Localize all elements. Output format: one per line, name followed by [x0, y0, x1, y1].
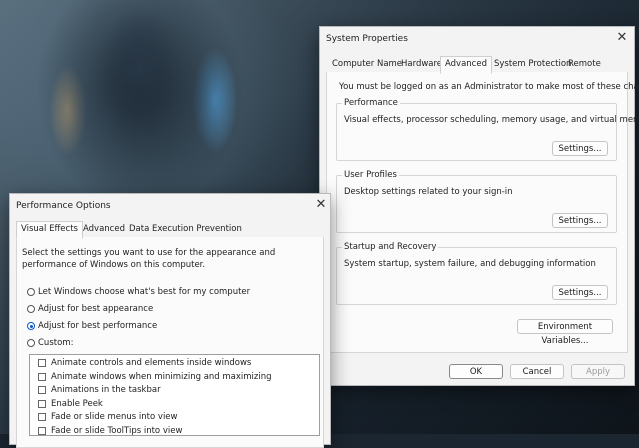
radio-option[interactable]: Adjust for best performance: [27, 320, 157, 332]
environment-variables-button[interactable]: Environment Variables...: [517, 319, 613, 346]
user-profiles-description: Desktop settings related to your sign-in: [344, 187, 513, 197]
ok-button[interactable]: OK: [449, 364, 503, 379]
intro-text-line1: Select the settings you want to use for …: [22, 248, 276, 258]
radio-unselected-icon[interactable]: [27, 305, 35, 313]
radio-unselected-icon[interactable]: [27, 288, 35, 296]
startup-recovery-settings-button[interactable]: Settings...: [552, 285, 608, 300]
list-item-label: Enable Peek: [51, 398, 103, 409]
window-title: System Properties: [326, 34, 408, 44]
list-item[interactable]: Animate windows when minimizing and maxi…: [38, 371, 272, 383]
window-title: Performance Options: [16, 201, 111, 211]
admin-note: You must be logged on as an Administrato…: [339, 82, 639, 92]
tab-strip: Visual Effects Advanced Data Execution P…: [16, 221, 324, 239]
radio-option[interactable]: Let Windows choose what's best for my co…: [27, 286, 250, 298]
list-item[interactable]: Fade or slide ToolTips into view: [38, 425, 183, 436]
cancel-button[interactable]: Cancel: [510, 364, 564, 379]
list-item-label: Animate controls and elements inside win…: [51, 358, 252, 368]
list-item-label: Fade or slide ToolTips into view: [51, 426, 183, 436]
startup-recovery-legend: Startup and Recovery: [342, 242, 439, 252]
list-item[interactable]: Enable Peek: [38, 398, 103, 410]
user-profiles-group: User Profiles Desktop settings related t…: [336, 170, 617, 233]
list-item[interactable]: Fade or slide menus into view: [38, 411, 178, 423]
user-profiles-legend: User Profiles: [342, 170, 399, 180]
checkbox-icon[interactable]: [38, 413, 46, 422]
visual-effects-list[interactable]: Animate controls and elements inside win…: [29, 354, 320, 436]
list-item-label: Fade or slide menus into view: [51, 412, 178, 423]
intro-text-line2: performance of Windows on this computer.: [22, 260, 206, 270]
radio-option-label: Let Windows choose what's best for my co…: [38, 287, 251, 297]
startup-recovery-description: System startup, system failure, and debu…: [344, 259, 596, 269]
tab-visual-effects[interactable]: Visual Effects: [16, 221, 83, 239]
checkbox-icon[interactable]: [38, 372, 46, 381]
tab-remote[interactable]: Remote: [564, 58, 605, 71]
user-profiles-settings-button[interactable]: Settings...: [552, 213, 608, 228]
tab-strip: Computer Name Hardware Advanced System P…: [326, 56, 628, 74]
checkbox-icon[interactable]: [38, 359, 46, 367]
tab-advanced[interactable]: Advanced: [79, 223, 129, 236]
startup-recovery-group: Startup and Recovery System startup, sys…: [336, 242, 617, 305]
radio-selected-icon[interactable]: [27, 322, 35, 330]
close-icon[interactable]: ✕: [314, 198, 328, 212]
performance-settings-button[interactable]: Settings...: [552, 141, 608, 156]
checkbox-icon[interactable]: [38, 386, 46, 395]
list-item-label: Animate windows when minimizing and maxi…: [51, 371, 272, 382]
radio-option[interactable]: Adjust for best appearance: [27, 303, 153, 315]
advanced-tab-panel: You must be logged on as an Administrato…: [326, 72, 639, 353]
close-icon[interactable]: ✕: [615, 31, 629, 45]
radio-option-label: Adjust for best performance: [38, 321, 158, 331]
system-properties-window: System Properties ✕ Computer Name Hardwa…: [319, 26, 639, 386]
tab-hardware[interactable]: Hardware: [397, 58, 446, 71]
tab-advanced[interactable]: Advanced: [440, 56, 492, 74]
radio-unselected-icon[interactable]: [27, 339, 35, 347]
radio-option-label: Adjust for best appearance: [38, 304, 154, 314]
apply-button[interactable]: Apply: [571, 364, 625, 379]
performance-description: Visual effects, processor scheduling, me…: [344, 115, 639, 125]
list-item[interactable]: Animate controls and elements inside win…: [38, 357, 251, 369]
tab-computer-name[interactable]: Computer Name: [328, 58, 406, 71]
list-item[interactable]: Animations in the taskbar: [38, 384, 161, 396]
radio-option-label: Custom:: [38, 338, 74, 348]
tab-system-protection[interactable]: System Protection: [490, 58, 575, 71]
list-item-label: Animations in the taskbar: [51, 385, 161, 396]
performance-group: Performance Visual effects, processor sc…: [336, 98, 639, 161]
checkbox-icon[interactable]: [38, 399, 46, 408]
tab-data-execution-prevention[interactable]: Data Execution Prevention: [125, 223, 246, 236]
performance-legend: Performance: [342, 98, 400, 108]
radio-option[interactable]: Custom:: [27, 337, 73, 349]
